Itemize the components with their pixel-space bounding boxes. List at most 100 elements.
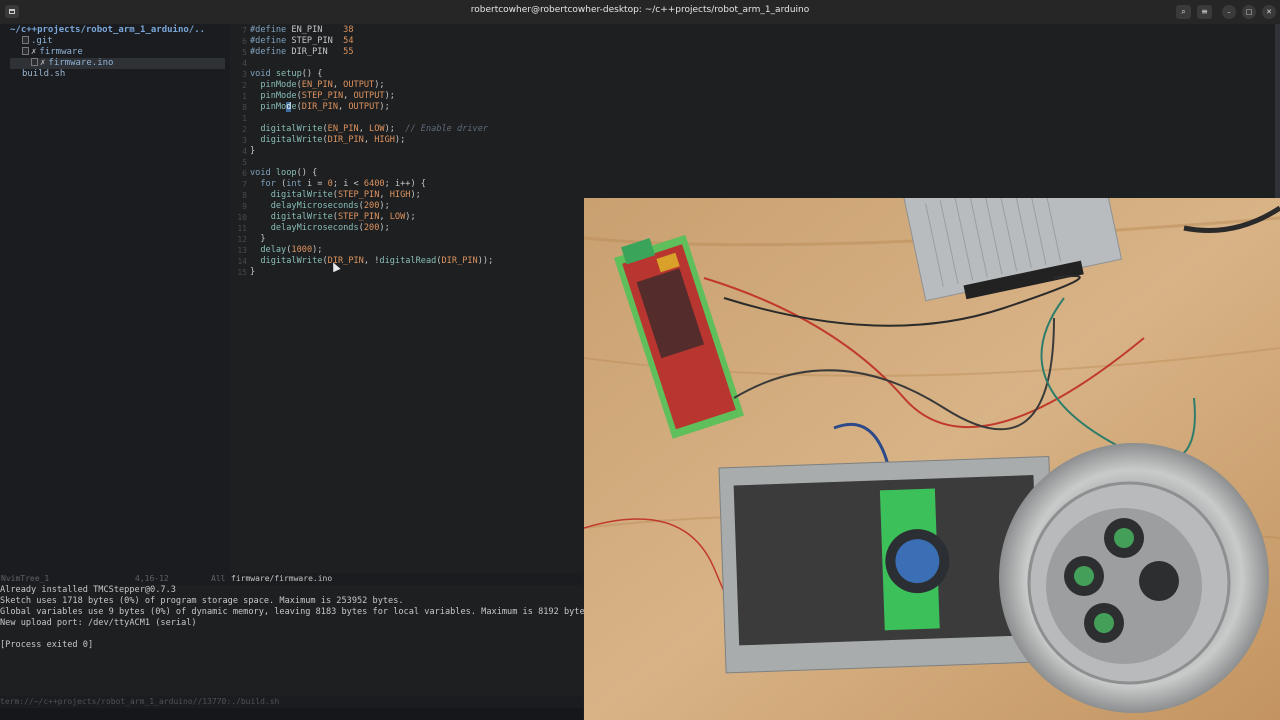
code-token: } — [250, 146, 256, 156]
line-number: 7 — [242, 26, 247, 35]
statusline-filename: firmware/firmware.ino — [231, 574, 333, 583]
close-icon[interactable]: ✕ — [1262, 5, 1276, 19]
code-token: loop — [275, 168, 297, 178]
code-token: () { — [296, 168, 318, 178]
folder-icon — [22, 47, 29, 55]
code-token: EN_PIN — [291, 25, 344, 35]
minimize-icon[interactable]: – — [1222, 5, 1236, 19]
tree-item-firmware-ino[interactable]: ✗ firmware.ino — [10, 58, 225, 69]
line-number: 3 — [242, 136, 247, 145]
code-token: OUTPUT — [353, 91, 385, 101]
terminal-statusline: term://~/c++projects/robot_arm_1_arduino… — [0, 696, 583, 708]
line-number: 14 — [237, 257, 247, 266]
line-number: 4 — [242, 147, 247, 156]
line-number: 6 — [242, 169, 247, 178]
editor-statusline: NvimTree_1 4,16-12 All firmware/firmware.in… — [0, 573, 583, 585]
tree-item-label: .git — [31, 36, 53, 46]
tree-root-path[interactable]: ~/c++projects/robot_arm_1_arduino/.. — [10, 25, 230, 36]
code-line: digitalWrite(STEP_PIN, LOW); — [250, 212, 493, 223]
search-icon[interactable]: ⌕ — [1176, 5, 1191, 19]
tree-item-label: firmware — [39, 47, 83, 57]
code-line: } — [250, 146, 493, 157]
line-number: 13 — [237, 246, 247, 255]
code-token: EN_PIN — [301, 80, 333, 90]
title-bar: robertcowher@robertcowher-desktop: ~/c++… — [0, 0, 1280, 25]
code-token: 200 — [363, 201, 380, 211]
file-tree: ~/c++projects/robot_arm_1_arduino/.. .gi… — [0, 24, 230, 573]
line-number-gutter: 7 6 5 4 3 2 1 8 1 2 3 4 5 6 7 8 9 10 11 12 13 14 15 — [230, 25, 247, 278]
code-token: } — [250, 234, 266, 244]
terminal-output[interactable]: Already installed TMCStepper@0.7.3 Sketc… — [0, 585, 595, 696]
code-token: )); — [477, 256, 494, 266]
code-token: , — [363, 135, 375, 145]
code-token: () { — [301, 69, 323, 79]
code-token: digitalWrite — [260, 256, 323, 266]
code-token: DIR_PIN — [441, 256, 478, 266]
code-token: delay — [260, 245, 287, 255]
terminal-line: New upload port: /dev/ttyACM1 (serial) — [0, 618, 197, 628]
code-line: } — [250, 234, 493, 245]
code-token: 54 — [343, 36, 354, 46]
code-line: void loop() { — [250, 168, 493, 179]
code-line: digitalWrite(DIR_PIN, HIGH); — [250, 135, 493, 146]
code-token: ); — [379, 223, 390, 233]
git-modified-icon: ✗ — [31, 47, 37, 57]
code-token: DIR_PIN — [301, 102, 339, 112]
code-token: STEP_PIN — [301, 91, 344, 101]
code-token: delayMicroseconds — [270, 223, 359, 233]
folder-icon — [22, 36, 29, 44]
line-number: 5 — [242, 158, 247, 167]
code-token: ); — [374, 80, 385, 90]
code-token: 38 — [343, 25, 354, 35]
code-token: , — [358, 124, 370, 134]
line-number: 11 — [237, 224, 247, 233]
line-number: 1 — [242, 114, 247, 123]
line-number: 15 — [237, 268, 247, 277]
git-modified-icon: ✗ — [40, 58, 46, 68]
code-token: } — [250, 267, 256, 277]
code-token: ); — [410, 190, 421, 200]
command-line[interactable] — [0, 708, 583, 720]
statusline-buffer: NvimTree_1 — [1, 574, 50, 583]
code-line: delayMicroseconds(200); — [250, 223, 493, 234]
line-number: 2 — [242, 125, 247, 134]
maximize-icon[interactable]: □ — [1242, 5, 1256, 19]
code-area[interactable]: #define EN_PIN 38 #define STEP_PIN 54 #def… — [250, 25, 493, 278]
tree-item-build-sh[interactable]: build.sh — [0, 69, 230, 80]
code-token: int — [286, 179, 307, 189]
hamburger-menu-icon[interactable]: ≡ — [1197, 5, 1212, 19]
code-token: HIGH — [374, 135, 395, 145]
tree-item-label: firmware.ino — [48, 58, 114, 68]
code-token: i = — [306, 179, 328, 189]
code-token: , — [332, 80, 344, 90]
statusline-position: 4,16-12 — [135, 574, 169, 583]
tree-item-git[interactable]: .git — [0, 36, 230, 47]
code-token: DIR_PIN — [327, 135, 364, 145]
code-token: , — [338, 102, 349, 112]
terminal-line: [Process exited 0] — [0, 640, 94, 650]
code-token: digitalWrite — [270, 212, 333, 222]
line-number: 8 — [242, 103, 247, 112]
code-line: pinMode(EN_PIN, OUTPUT); — [250, 80, 493, 91]
line-number: 9 — [242, 202, 247, 211]
code-token: STEP_PIN — [291, 36, 344, 46]
code-token: ); — [394, 135, 406, 145]
code-token: EN_PIN — [327, 124, 359, 134]
code-token: , — [343, 91, 354, 101]
editor-scrollbar[interactable] — [1275, 24, 1280, 198]
code-line: pinMode(STEP_PIN, OUTPUT); — [250, 91, 493, 102]
code-token: ; i < — [332, 179, 364, 189]
code-token: LOW — [389, 212, 406, 222]
tree-item-firmware[interactable]: ✗ firmware — [0, 47, 230, 58]
